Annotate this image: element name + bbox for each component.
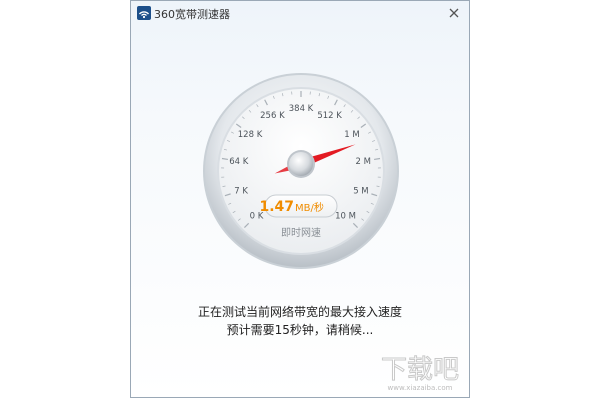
app-window: 360宽带测速器 0 K 7 K 64 K 128 K 256 K 384 K …: [130, 0, 470, 398]
gauge-tick-label: 512 K: [317, 111, 342, 121]
gauge-graphic: 0 K7 K64 K128 K256 K384 K512 K1 M2 M5 M1…: [203, 73, 399, 269]
window-title: 360宽带测速器: [154, 8, 230, 21]
gauge-tick-label: 10 M: [335, 212, 356, 222]
wifi-signal-icon: [137, 6, 151, 20]
speed-value: 1.47: [259, 199, 294, 215]
gauge-tick-label: 128 K: [238, 130, 263, 140]
gauge-tick-label: 1 M: [344, 130, 359, 140]
gauge-hub: [289, 152, 313, 176]
watermark-url: www.xiazaiba.com: [388, 384, 453, 392]
speed-caption: 即时网速: [281, 227, 321, 239]
gauge-tick-label: 7 K: [234, 186, 248, 196]
status-line-1: 正在测试当前网络带宽的最大接入速度: [197, 305, 402, 319]
status-line-2: 预计需要15秒钟，请稍候...: [226, 323, 374, 337]
gauge-tick-label: 5 M: [353, 186, 368, 196]
close-icon[interactable]: [445, 4, 463, 22]
page: 360宽带测速器 0 K 7 K 64 K 128 K 256 K 384 K …: [0, 0, 600, 400]
gauge-tick-label: 64 K: [229, 157, 249, 167]
title-bar[interactable]: 360宽带测速器: [131, 1, 469, 25]
speedometer-gauge: 0 K7 K 64 K 128 K 256 K 384 K 512 K1 M2 M5 M1…: [201, 71, 401, 271]
watermark-text: 下载吧: [381, 355, 459, 385]
speed-unit: MB/秒: [295, 201, 324, 214]
gauge-tick-label: 2 M: [355, 157, 370, 167]
watermark-logo: 下载吧 www.xiazaiba.com: [380, 355, 459, 393]
gauge-tick-label: 384 K: [289, 104, 314, 114]
gauge-tick-label: 256 K: [260, 111, 285, 121]
